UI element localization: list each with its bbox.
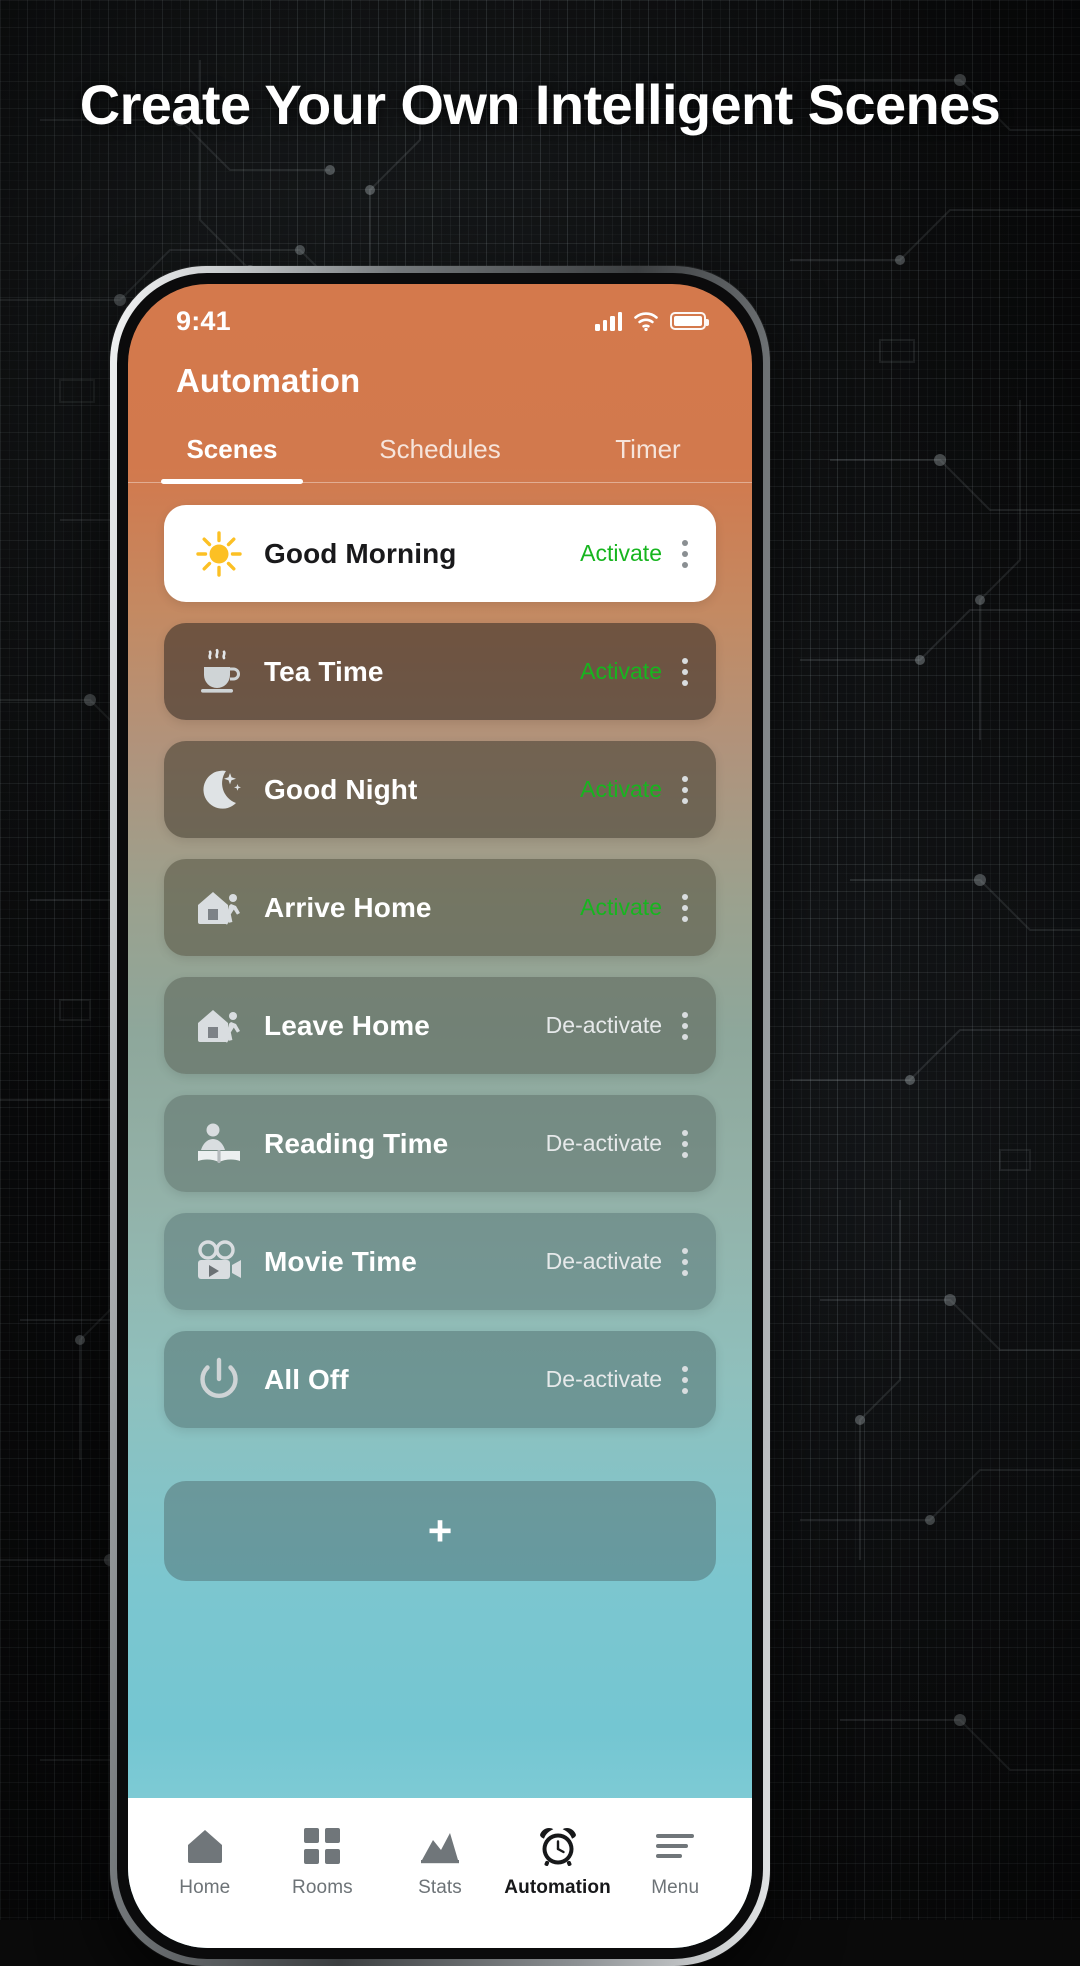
more-vertical-icon[interactable] bbox=[680, 1247, 690, 1276]
movie-camera-icon bbox=[190, 1233, 248, 1291]
scene-row[interactable]: Good Night Activate bbox=[164, 741, 716, 838]
bottom-navigation-bar: Home Rooms Stats Automation Menu bbox=[128, 1798, 752, 1948]
tab-schedules[interactable]: Schedules bbox=[336, 434, 544, 482]
scene-list: Good Morning Activate Tea Time Activate … bbox=[128, 483, 752, 1798]
page-headline: Create Your Own Intelligent Scenes bbox=[79, 73, 1001, 136]
nav-label: Automation bbox=[504, 1877, 611, 1898]
nav-item-rooms[interactable]: Rooms bbox=[268, 1824, 376, 1899]
more-vertical-icon[interactable] bbox=[680, 893, 690, 922]
scene-name: Movie Time bbox=[264, 1245, 417, 1277]
scene-row[interactable]: Good Morning Activate bbox=[164, 505, 716, 602]
hamburger-icon bbox=[655, 1824, 695, 1868]
scene-name: Good Night bbox=[264, 773, 418, 805]
alarm-clock-icon bbox=[537, 1824, 579, 1868]
scene-row[interactable]: Reading Time De-activate bbox=[164, 1095, 716, 1192]
moon-icon bbox=[190, 761, 248, 819]
phone-mockup: 9:41 Automation Scenes Schedules Timer G… bbox=[110, 266, 770, 1966]
app-header: Automation Scenes Schedules Timer bbox=[128, 348, 752, 484]
scene-row[interactable]: Movie Time De-activate bbox=[164, 1213, 716, 1310]
scene-name: Tea Time bbox=[264, 655, 384, 687]
scene-action-button[interactable]: De-activate bbox=[546, 1012, 662, 1039]
tab-timer[interactable]: Timer bbox=[544, 434, 752, 482]
more-vertical-icon[interactable] bbox=[680, 1365, 690, 1394]
scene-action-button[interactable]: De-activate bbox=[546, 1248, 662, 1275]
phone-bezel: 9:41 Automation Scenes Schedules Timer G… bbox=[117, 273, 763, 1959]
page-title: Automation bbox=[176, 362, 361, 399]
cellular-bars-icon bbox=[595, 311, 622, 331]
power-icon bbox=[190, 1351, 248, 1409]
more-vertical-icon[interactable] bbox=[680, 539, 690, 568]
nav-label: Rooms bbox=[292, 1877, 353, 1898]
nav-item-home[interactable]: Home bbox=[151, 1824, 259, 1899]
scene-action-button[interactable]: De-activate bbox=[546, 1130, 662, 1157]
more-vertical-icon[interactable] bbox=[680, 1129, 690, 1158]
nav-label: Home bbox=[179, 1877, 231, 1898]
scene-name: Leave Home bbox=[264, 1009, 430, 1041]
tab-bar: Scenes Schedules Timer bbox=[128, 434, 752, 484]
scene-name: All Off bbox=[264, 1363, 349, 1395]
nav-label: Stats bbox=[418, 1877, 462, 1898]
scene-name: Arrive Home bbox=[264, 891, 432, 923]
more-vertical-icon[interactable] bbox=[680, 657, 690, 686]
nav-item-stats[interactable]: Stats bbox=[386, 1824, 494, 1899]
scene-name: Reading Time bbox=[264, 1127, 449, 1159]
tab-scenes[interactable]: Scenes bbox=[128, 434, 336, 484]
chart-icon bbox=[420, 1824, 460, 1868]
grid-icon bbox=[303, 1824, 341, 1868]
nav-label: Menu bbox=[651, 1877, 700, 1898]
scene-row[interactable]: All Off De-activate bbox=[164, 1331, 716, 1428]
scene-name: Good Morning bbox=[264, 537, 457, 569]
more-vertical-icon[interactable] bbox=[680, 775, 690, 804]
wifi-icon bbox=[633, 311, 659, 331]
phone-screen: 9:41 Automation Scenes Schedules Timer G… bbox=[128, 284, 752, 1948]
scene-action-button[interactable]: Activate bbox=[580, 776, 662, 803]
status-bar-clock: 9:41 bbox=[176, 305, 231, 336]
home-icon bbox=[185, 1824, 225, 1868]
scene-row[interactable]: Tea Time Activate bbox=[164, 623, 716, 720]
battery-full-icon bbox=[670, 312, 709, 330]
scene-action-button[interactable]: Activate bbox=[580, 540, 662, 567]
scene-row[interactable]: Arrive Home Activate bbox=[164, 859, 716, 956]
scene-row[interactable]: Leave Home De-activate bbox=[164, 977, 716, 1074]
nav-item-menu[interactable]: Menu bbox=[621, 1824, 729, 1899]
scene-action-button[interactable]: Activate bbox=[580, 658, 662, 685]
teacup-icon bbox=[190, 643, 248, 701]
reading-icon bbox=[190, 1115, 248, 1173]
nav-item-automation[interactable]: Automation bbox=[504, 1824, 612, 1899]
scene-action-button[interactable]: Activate bbox=[580, 894, 662, 921]
status-bar-indicators bbox=[595, 311, 709, 331]
arrive-home-icon bbox=[190, 879, 248, 937]
status-bar: 9:41 bbox=[128, 284, 752, 348]
sun-icon bbox=[190, 525, 248, 583]
more-vertical-icon[interactable] bbox=[680, 1011, 690, 1040]
leave-home-icon bbox=[190, 997, 248, 1055]
scene-action-button[interactable]: De-activate bbox=[546, 1366, 662, 1393]
add-scene-button[interactable]: + bbox=[164, 1481, 716, 1581]
